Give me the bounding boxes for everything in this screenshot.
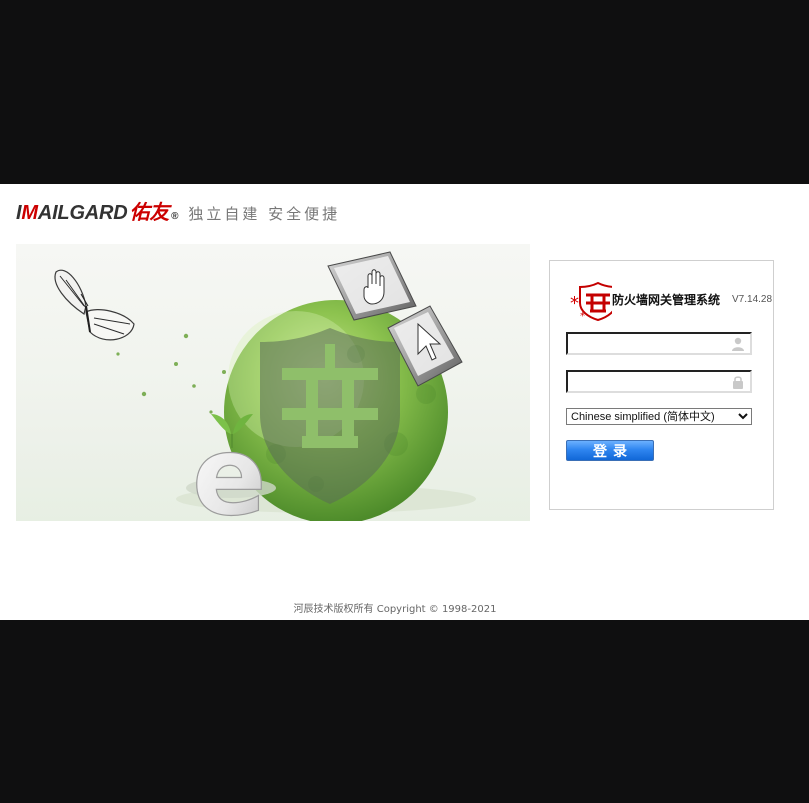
logo-main: AILGARD xyxy=(37,202,128,224)
e-logo-text: e xyxy=(192,412,267,521)
brand-slogan: 独立自建 安全便捷 xyxy=(188,205,341,223)
hero-illustration: e xyxy=(54,251,476,521)
login-page: I M AILGARD 佑友 ® 独立自建 安全便捷 e * * 防火墙网关管理… xyxy=(0,184,809,620)
e-logo: e xyxy=(186,411,276,521)
shield-icon: * * xyxy=(570,281,612,321)
svg-text:*: * xyxy=(570,293,579,314)
version-text: V7.14.28 xyxy=(732,294,773,305)
user-icon xyxy=(732,337,744,351)
login-card: * * 防火墙网关管理系统 V7.14.28 Chinese simplifie… xyxy=(549,260,774,510)
password-input[interactable] xyxy=(572,374,722,390)
username-field[interactable] xyxy=(566,332,752,355)
username-input[interactable] xyxy=(572,336,722,352)
brand-header: I M AILGARD 佑友 ® 独立自建 安全便捷 xyxy=(16,196,340,224)
butterfly-icon xyxy=(54,269,135,341)
language-select[interactable]: Chinese simplified (简体中文) xyxy=(566,408,752,425)
copyright-text: 河辰技术版权所有 Copyright © 1998-2021 xyxy=(293,604,497,615)
lock-icon xyxy=(733,376,743,389)
letterbox-bottom xyxy=(0,620,809,803)
system-title: 防火墙网关管理系统 xyxy=(612,293,721,307)
registered-mark: ® xyxy=(171,211,179,222)
hero-image: e xyxy=(16,244,530,521)
login-button[interactable]: 登录 xyxy=(566,440,654,461)
password-field[interactable] xyxy=(566,370,752,393)
brand-logo: I M AILGARD 佑友 ® xyxy=(16,196,179,225)
logo-cn: 佑友 xyxy=(129,200,170,224)
letterbox-top xyxy=(0,0,809,184)
leaf-particles xyxy=(116,333,226,414)
login-card-header: * * 防火墙网关管理系统 V7.14.28 xyxy=(565,281,775,321)
logo-accent: M xyxy=(21,202,38,224)
